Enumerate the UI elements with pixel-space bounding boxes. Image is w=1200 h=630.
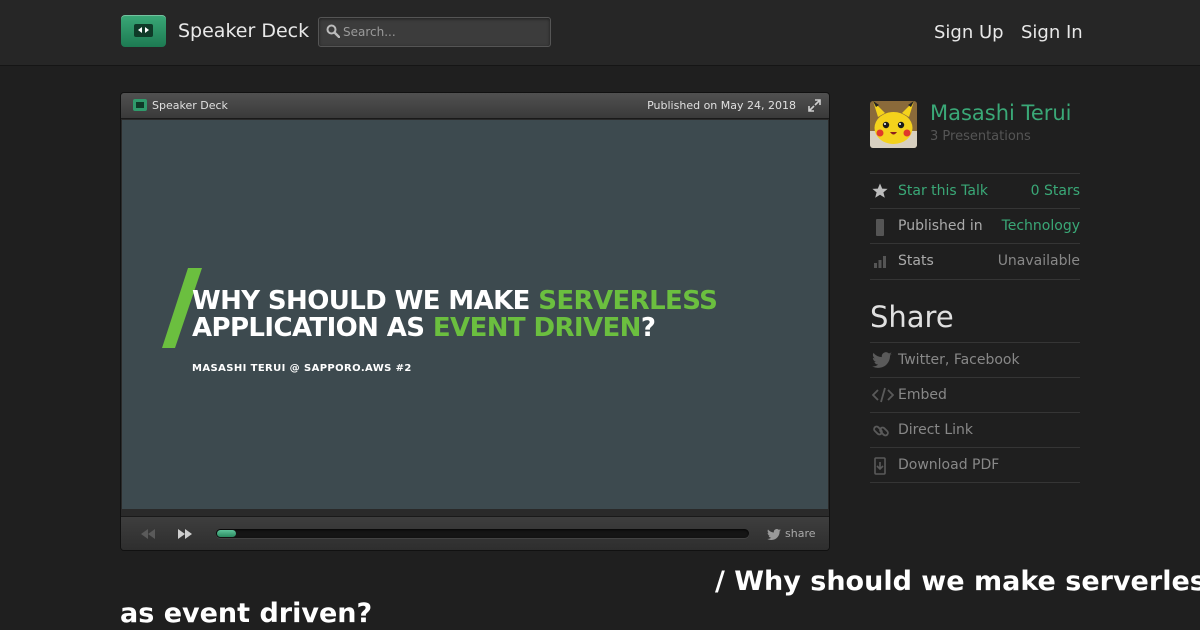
sign-up-link[interactable]: Sign Up (934, 22, 1004, 43)
author-avatar[interactable] (870, 101, 917, 148)
author-name[interactable]: Masashi Terui (930, 101, 1072, 125)
search-box[interactable] (318, 17, 551, 47)
fullscreen-icon[interactable] (808, 99, 821, 112)
top-bar: Speaker Deck Sign Up Sign In (0, 0, 1200, 66)
pikachu-avatar-image (870, 101, 917, 148)
player-controls: share (121, 516, 829, 550)
twitter-icon (872, 352, 892, 368)
slide-title-line2: APPLICATION AS (192, 313, 433, 343)
stats-row: Stats Unavailable (870, 243, 1080, 278)
player-brand[interactable]: Speaker Deck (152, 99, 228, 112)
slide-view[interactable]: WHY SHOULD WE MAKE SERVERLESS APPLICATIO… (122, 120, 828, 509)
talk-title-line2: as event driven? (120, 598, 373, 629)
sign-in-link[interactable]: Sign In (1021, 22, 1083, 43)
slide-title-highlight-2: EVENT DRIVEN (432, 313, 642, 343)
star-count[interactable]: 0 Stars (1031, 183, 1080, 199)
player-header: Speaker Deck Published on May 24, 2018 (121, 93, 829, 119)
published-in-row: Published in Technology (870, 208, 1080, 243)
star-talk-label[interactable]: Star this Talk (898, 183, 988, 199)
slide-progress-fill (217, 530, 236, 537)
author-presentation-count[interactable]: 3 Presentations (930, 129, 1031, 144)
star-icon (872, 183, 888, 198)
share-divider (870, 482, 1080, 483)
slide-title: WHY SHOULD WE MAKE SERVERLESS APPLICATIO… (192, 286, 718, 343)
stats-icon (874, 256, 886, 268)
published-date: Published on May 24, 2018 (647, 99, 796, 112)
twitter-share-icon[interactable] (767, 529, 781, 540)
download-pdf-icon (874, 457, 886, 475)
share-direct-link-label[interactable]: Direct Link (898, 422, 973, 438)
share-heading: Share (870, 300, 954, 334)
share-label[interactable]: share (785, 527, 816, 540)
share-twitter-facebook-label[interactable]: Twitter, Facebook (898, 352, 1020, 368)
stats-label: Stats (898, 253, 934, 269)
share-twitter-facebook[interactable]: Twitter, Facebook (870, 342, 1080, 377)
link-icon (873, 425, 889, 437)
sidebar-divider (870, 279, 1080, 280)
slide-title-question-mark: ? (640, 313, 656, 343)
stats-value: Unavailable (997, 253, 1080, 269)
share-direct-link[interactable]: Direct Link (870, 412, 1080, 447)
share-download-pdf[interactable]: Download PDF (870, 447, 1080, 482)
speaker-deck-mini-logo-icon[interactable] (133, 99, 147, 111)
category-link[interactable]: Technology (1002, 218, 1080, 234)
search-icon (326, 24, 340, 38)
slide-author-line: MASASHI TERUI @ SAPPORO.AWS #2 (192, 363, 412, 374)
brand-name[interactable]: Speaker Deck (178, 20, 309, 42)
share-embed-label[interactable]: Embed (898, 387, 947, 403)
share-embed[interactable]: Embed (870, 377, 1080, 412)
slide-progress-bar[interactable] (216, 529, 749, 538)
talk-title-line1: / Why should we make serverless applicat… (715, 566, 1200, 597)
slide-title-highlight-1: SERVERLESS (538, 286, 718, 316)
next-slide-icon[interactable] (178, 529, 192, 539)
slide-title-line1: WHY SHOULD WE MAKE (192, 286, 539, 316)
embed-icon (872, 387, 894, 403)
search-input[interactable] (343, 22, 543, 42)
talk-title-area: / Why should we make serverless applicat… (0, 560, 1200, 630)
slide-player: Speaker Deck Published on May 24, 2018 W… (120, 92, 830, 551)
bookmark-icon (876, 219, 884, 236)
published-in-label: Published in (898, 218, 983, 234)
speaker-deck-logo-icon[interactable] (121, 15, 166, 47)
star-talk-row[interactable]: Star this Talk 0 Stars (870, 173, 1080, 208)
share-download-pdf-label[interactable]: Download PDF (898, 457, 999, 473)
previous-slide-icon[interactable] (141, 529, 155, 539)
